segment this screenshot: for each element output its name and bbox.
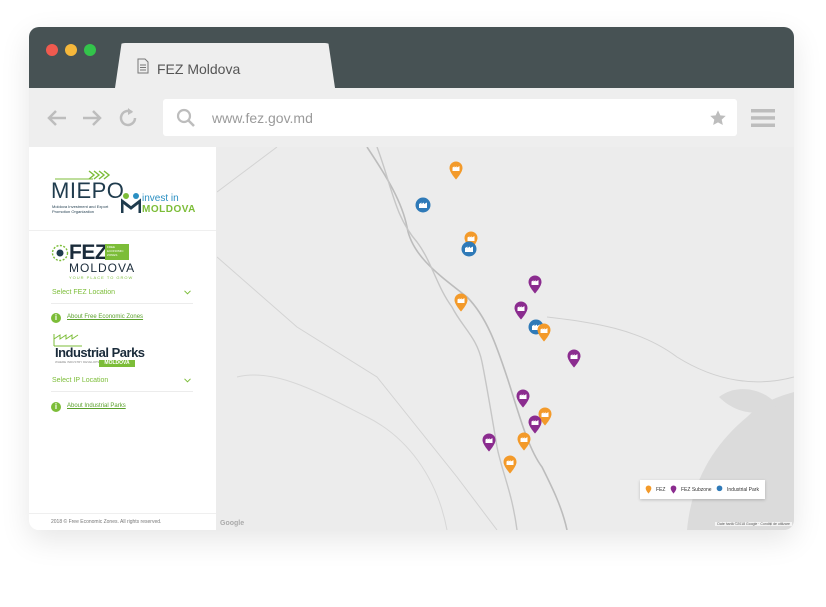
fez-subzone-marker[interactable] <box>528 275 542 294</box>
minimize-window-button[interactable] <box>65 44 77 56</box>
url-text[interactable]: www.fez.gov.md <box>212 110 313 126</box>
browser-toolbar: www.fez.gov.md <box>29 88 794 147</box>
copyright-footer: 2018 © Free Economic Zones. All rights r… <box>51 519 162 525</box>
invest-logo-line2: MOLDOVA <box>142 204 196 215</box>
fez-select-label: Select FEZ Location <box>52 289 116 296</box>
star-icon[interactable] <box>709 109 727 127</box>
fez-marker[interactable] <box>537 323 551 342</box>
footer-divider <box>29 513 216 514</box>
road-lines <box>217 147 498 530</box>
ip-location-select[interactable]: Select IP Location <box>51 375 193 392</box>
legend-fez-label: FEZ <box>656 487 666 493</box>
search-icon <box>176 108 195 127</box>
invest-logo-line1: invest in <box>142 193 179 204</box>
partner-logos: MIEPO Moldova Investment and Export Prom… <box>29 147 216 231</box>
map-legend: FEZ FEZ Subzone Industrial Park <box>640 480 765 499</box>
info-icon: i <box>51 402 61 412</box>
invest-moldova-icon <box>121 193 141 213</box>
industrial-park-marker[interactable] <box>415 197 431 213</box>
info-icon: i <box>51 313 61 323</box>
road-line-west <box>236 374 448 530</box>
map-attribution[interactable]: Date hartă ©2018 Google · Condiții de ut… <box>715 522 792 526</box>
tab-title: FEZ Moldova <box>157 61 241 77</box>
industrial-parks-subtitle: WHERE INDUSTRY DEVELOPS <box>55 360 100 364</box>
industrial-parks-badge: MOLDOVA <box>99 360 135 367</box>
prut-river <box>376 147 518 530</box>
browser-window: FEZ Moldova www.fez.gov.md MIEPO Moldova… <box>29 27 794 530</box>
industrial-park-marker[interactable] <box>461 241 477 257</box>
subzone-pin-icon <box>670 485 677 494</box>
map-view[interactable]: FEZ FEZ Subzone Industrial Park Google D… <box>217 147 794 530</box>
region-line <box>546 316 794 383</box>
legend-ip-label: Industrial Park <box>727 487 759 493</box>
chevron-down-icon <box>184 290 191 295</box>
reload-icon[interactable] <box>115 105 141 131</box>
back-arrow-icon[interactable] <box>44 105 70 131</box>
about-fez-row: i About Free Economic Zones <box>51 313 201 325</box>
globe-icon <box>51 244 69 262</box>
fez-pin-icon <box>645 485 652 494</box>
legend-subzone-label: FEZ Subzone <box>681 487 712 493</box>
sidebar: MIEPO Moldova Investment and Export Prom… <box>29 147 217 530</box>
miepo-subtitle: Moldova Investment and Export Promotion … <box>52 204 109 214</box>
close-window-button[interactable] <box>46 44 58 56</box>
address-bar[interactable]: www.fez.gov.md <box>163 99 737 136</box>
fez-marker[interactable] <box>449 161 463 180</box>
industrial-parks-logo[interactable]: Industrial Parks <box>55 345 145 360</box>
maximize-window-button[interactable] <box>84 44 96 56</box>
fez-subzone-marker[interactable] <box>567 349 581 368</box>
browser-titlebar: FEZ Moldova <box>29 27 794 88</box>
fez-marker[interactable] <box>517 432 531 451</box>
menu-icon[interactable] <box>751 108 775 128</box>
fez-subzone-marker[interactable] <box>514 301 528 320</box>
fez-subzone-marker[interactable] <box>516 389 530 408</box>
fez-logo-country: MOLDOVA <box>69 261 136 275</box>
about-fez-link[interactable]: About Free Economic Zones <box>67 314 143 320</box>
fez-subzone-marker[interactable] <box>482 433 496 452</box>
fez-marker[interactable] <box>503 455 517 474</box>
industrial-park-pin-icon <box>716 485 723 492</box>
black-sea <box>687 392 794 530</box>
browser-tab[interactable]: FEZ Moldova <box>115 43 335 88</box>
fez-logo-tagline: YOUR PLACE TO GROW <box>69 275 134 280</box>
chevron-down-icon <box>184 378 191 383</box>
about-ip-link[interactable]: About Industrial Parks <box>67 403 126 409</box>
document-icon <box>137 58 149 74</box>
page-content: MIEPO Moldova Investment and Export Prom… <box>29 147 794 530</box>
fez-marker[interactable] <box>454 293 468 312</box>
fez-location-select[interactable]: Select FEZ Location <box>51 287 193 304</box>
about-ip-row: i About Industrial Parks <box>51 402 201 414</box>
dniester-liman <box>719 389 777 413</box>
miepo-logo[interactable]: MIEPO <box>51 178 124 204</box>
google-logo: Google <box>220 520 245 527</box>
forward-arrow-icon[interactable] <box>79 105 105 131</box>
ip-select-label: Select IP Location <box>52 377 109 384</box>
fez-logo-box: FREE ECONOMIC ZONES <box>105 244 129 260</box>
